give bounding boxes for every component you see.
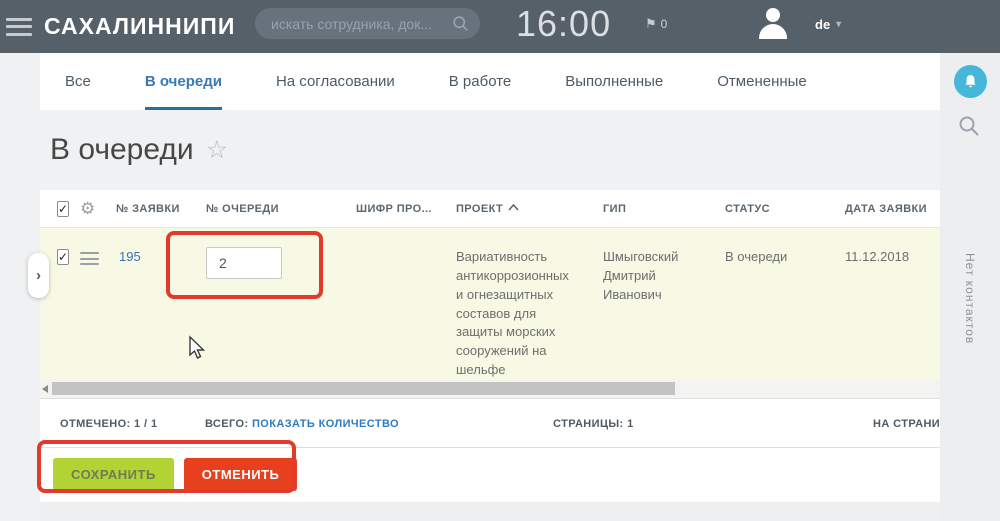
top-header-bar: САХАЛИННИПИ 16:00 ⚑ 0 de ▾	[0, 0, 1000, 53]
project-cell: Вариативность антикоррозионных и огнезащ…	[456, 248, 603, 380]
global-search[interactable]	[255, 8, 480, 39]
show-count-link[interactable]: ПОКАЗАТЬ КОЛИЧЕСТВО	[252, 418, 399, 430]
scrollbar-thumb[interactable]	[52, 382, 675, 395]
tab-in-progress[interactable]: В работе	[449, 53, 512, 110]
pagination-bar: ОТМЕЧЕНО: 1 / 1 ВСЕГО: ПОКАЗАТЬ КОЛИЧЕСТ…	[40, 398, 940, 448]
app-logo: САХАЛИННИПИ	[44, 13, 235, 40]
col-request-date[interactable]: ДАТА ЗАЯВКИ	[845, 203, 938, 215]
tab-in-queue[interactable]: В очереди	[145, 53, 222, 110]
row-menu-icon[interactable]	[80, 252, 99, 265]
clock: 16:00	[516, 3, 611, 45]
pages-label: СТРАНИЦЫ: 1	[553, 418, 634, 430]
col-project[interactable]: ПРОЕКТ	[456, 203, 603, 215]
page-header: В очереди ☆	[40, 110, 940, 190]
tab-all[interactable]: Все	[65, 53, 91, 110]
select-all-checkbox[interactable]: ✓	[57, 201, 69, 217]
request-number-link[interactable]: 195	[116, 248, 206, 267]
marked-count: ОТМЕЧЕНО: 1 / 1	[60, 418, 157, 430]
chevron-down-icon: ▾	[836, 19, 841, 30]
cancel-button[interactable]: ОТМЕНИТЬ	[184, 458, 298, 491]
col-queue-no[interactable]: № ОЧЕРЕДИ	[206, 203, 356, 215]
table-row[interactable]: ✓ 195 Вариативность антикоррозионных и о…	[40, 228, 940, 380]
per-page-label: НА СТРАНИЦ	[873, 418, 940, 430]
status-tab-bar: Все В очереди На согласовании В работе В…	[40, 53, 940, 110]
tab-cancelled[interactable]: Отмененные	[717, 53, 807, 110]
user-avatar[interactable]	[758, 8, 788, 42]
expand-panel-handle[interactable]: ›	[28, 253, 49, 298]
right-rail: Нет контактов	[940, 53, 1000, 521]
action-bar: СОХРАНИТЬ ОТМЕНИТЬ	[40, 448, 940, 502]
total-count: ВСЕГО: ПОКАЗАТЬ КОЛИЧЕСТВО	[205, 418, 399, 430]
save-button[interactable]: СОХРАНИТЬ	[53, 458, 174, 491]
date-cell: 11.12.2018	[845, 248, 938, 267]
rail-search-icon[interactable]	[958, 115, 980, 137]
row-checkbox[interactable]: ✓	[57, 249, 69, 265]
sort-asc-icon	[508, 204, 519, 211]
scroll-left-arrow[interactable]	[42, 385, 48, 393]
language-menu[interactable]: de ▾	[815, 17, 841, 32]
hamburger-menu-icon[interactable]	[6, 18, 32, 36]
app-window: САХАЛИННИПИ 16:00 ⚑ 0 de ▾ Все В очереди…	[0, 0, 1000, 521]
horizontal-scrollbar[interactable]	[40, 380, 940, 398]
flag-count: 0	[661, 17, 668, 31]
favorite-star-icon[interactable]: ☆	[206, 135, 228, 165]
col-project-code[interactable]: ШИФР ПРО...	[356, 203, 456, 215]
language-code: de	[815, 17, 830, 32]
search-input[interactable]	[271, 16, 452, 32]
bottom-strip	[40, 502, 940, 521]
search-icon[interactable]	[452, 15, 469, 32]
page-title: В очереди	[50, 133, 194, 167]
tab-on-approval[interactable]: На согласовании	[276, 53, 395, 110]
flag-icon: ⚑	[645, 16, 657, 32]
flag-counter[interactable]: ⚑ 0	[645, 16, 667, 32]
col-gip[interactable]: ГИП	[603, 203, 725, 215]
col-request-no[interactable]: № ЗАЯВКИ	[116, 203, 206, 215]
queue-number-input[interactable]	[206, 247, 282, 279]
col-status[interactable]: СТАТУС	[725, 203, 845, 215]
gip-cell: Шмыговский Дмитрий Иванович	[603, 248, 725, 305]
notifications-bell-icon[interactable]	[954, 65, 987, 98]
main-content: Все В очереди На согласовании В работе В…	[40, 53, 940, 521]
gear-icon[interactable]: ⚙	[80, 199, 95, 218]
tab-completed[interactable]: Выполненные	[565, 53, 663, 110]
chevron-right-icon: ›	[36, 267, 41, 284]
status-cell: В очереди	[725, 248, 845, 267]
no-contacts-label: Нет контактов	[963, 253, 977, 344]
table-header-row: ✓ ⚙ № ЗАЯВКИ № ОЧЕРЕДИ ШИФР ПРО... ПРОЕК…	[40, 190, 940, 228]
